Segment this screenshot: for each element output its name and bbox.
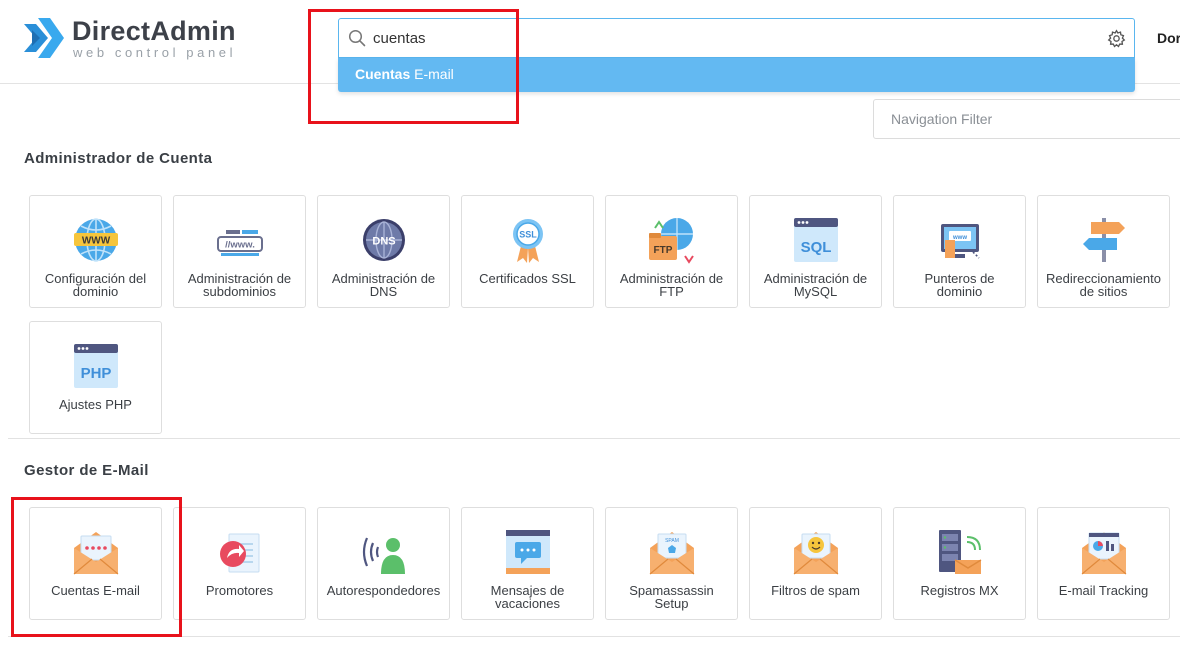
mx-server-icon bbox=[939, 530, 982, 574]
tile-forwarders[interactable]: Promotores bbox=[173, 507, 306, 620]
subdomain-icon: //www. bbox=[217, 230, 263, 256]
search-suggestion-cuentas-email[interactable]: Cuentas E-mail bbox=[338, 58, 1135, 92]
search-input[interactable] bbox=[373, 25, 1093, 51]
tile-spamassassin-setup[interactable]: SPAM Spamassassin Setup bbox=[605, 507, 738, 620]
tile-ftp[interactable]: FTP Administración de FTP bbox=[605, 195, 738, 308]
section-title-account: Administrador de Cuenta bbox=[24, 150, 213, 167]
navigation-filter-input[interactable] bbox=[873, 99, 1180, 139]
tile-label: Ajustes PHP bbox=[59, 397, 132, 412]
autoresponder-icon bbox=[362, 537, 405, 574]
tile-php-settings[interactable]: PHP Ajustes PHP bbox=[29, 321, 162, 434]
directadmin-page: DirectAdmin web control panel Dor Cuenta… bbox=[0, 0, 1180, 659]
www-globe-icon: WWW bbox=[74, 218, 118, 262]
section-title-email: Gestor de E-Mail bbox=[24, 462, 149, 479]
logo-tagline: web control panel bbox=[73, 45, 237, 60]
svg-text://www.: //www. bbox=[225, 240, 255, 251]
spam-filter-icon bbox=[793, 532, 839, 575]
tile-domain-setup[interactable]: WWW Configuración del dominio bbox=[29, 195, 162, 308]
tile-label: Autorespondedores bbox=[326, 583, 441, 598]
tile-spam-filters[interactable]: Filtros de spam bbox=[749, 507, 882, 620]
section-divider bbox=[8, 636, 1180, 637]
search-icon bbox=[348, 29, 366, 47]
tile-subdomains[interactable]: //www. Administración de subdominios bbox=[173, 195, 306, 308]
tile-label: Administración de DNS bbox=[331, 271, 436, 299]
tile-ssl[interactable]: SSL Certificados SSL bbox=[461, 195, 594, 308]
tile-email-accounts[interactable]: Cuentas E-mail bbox=[29, 507, 162, 620]
tile-label: E-mail Tracking bbox=[1058, 583, 1149, 598]
php-window-icon: PHP bbox=[74, 344, 118, 388]
forwarder-icon bbox=[220, 533, 260, 573]
tile-label: Promotores bbox=[205, 583, 274, 598]
tile-label: Administración de MySQL bbox=[763, 271, 868, 299]
logo-name: DirectAdmin bbox=[72, 16, 236, 46]
tile-label: Filtros de spam bbox=[771, 583, 860, 598]
signpost-icon bbox=[1083, 218, 1125, 262]
suggestion-rest: E-mail bbox=[410, 66, 454, 82]
tile-label: Spamassassin Setup bbox=[629, 583, 714, 611]
gear-icon[interactable] bbox=[1107, 29, 1126, 48]
domain-pointer-icon: www bbox=[941, 224, 980, 259]
logo[interactable]: DirectAdmin web control panel bbox=[22, 14, 242, 64]
svg-text:SPAM: SPAM bbox=[665, 538, 679, 544]
directadmin-logo-icon bbox=[24, 18, 64, 58]
tile-label: Configuración del dominio bbox=[44, 271, 147, 299]
suggestion-match: Cuentas bbox=[355, 66, 411, 82]
dns-globe-icon: DNS bbox=[363, 219, 405, 261]
tile-label: Registros MX bbox=[920, 583, 999, 598]
tile-vacation-messages[interactable]: Mensajes de vacaciones bbox=[461, 507, 594, 620]
svg-text:SQL: SQL bbox=[801, 239, 832, 256]
sql-database-icon: SQL bbox=[794, 218, 838, 262]
tile-mysql[interactable]: SQL Administración de MySQL bbox=[749, 195, 882, 308]
tile-label: Administración de subdominios bbox=[187, 271, 292, 299]
tile-label: Administración de FTP bbox=[619, 271, 724, 299]
svg-text:FTP: FTP bbox=[654, 245, 673, 256]
tile-mx-records[interactable]: Registros MX bbox=[893, 507, 1026, 620]
section-divider bbox=[8, 438, 1180, 439]
ftp-folder-icon: FTP bbox=[649, 218, 694, 264]
ssl-badge-icon: SSL bbox=[513, 219, 543, 263]
tile-label: Certificados SSL bbox=[479, 271, 576, 286]
email-tracking-icon bbox=[1081, 532, 1127, 575]
tile-label: Redireccionamiento de sitios bbox=[1046, 271, 1161, 299]
tile-label: Mensajes de vacaciones bbox=[490, 583, 565, 611]
tile-label: Cuentas E-mail bbox=[51, 583, 140, 598]
svg-text:WWW: WWW bbox=[82, 236, 111, 247]
tile-site-redirection[interactable]: Redireccionamiento de sitios bbox=[1037, 195, 1170, 308]
spam-envelope-icon: SPAM bbox=[649, 532, 695, 575]
vacation-message-icon bbox=[506, 530, 550, 574]
tile-domain-pointers[interactable]: www Punteros de dominio bbox=[893, 195, 1026, 308]
header-domain-label[interactable]: Dor bbox=[1157, 30, 1180, 46]
svg-text:PHP: PHP bbox=[81, 365, 112, 382]
tile-dns[interactable]: DNS Administración de DNS bbox=[317, 195, 450, 308]
svg-text:SSL: SSL bbox=[519, 230, 537, 240]
tile-autoresponders[interactable]: Autorespondedores bbox=[317, 507, 450, 620]
tile-label: Punteros de dominio bbox=[924, 271, 995, 299]
tile-email-tracking[interactable]: E-mail Tracking bbox=[1037, 507, 1170, 620]
svg-text:DNS: DNS bbox=[372, 236, 395, 248]
global-search: Cuentas E-mail bbox=[338, 18, 1135, 92]
search-box bbox=[338, 18, 1135, 58]
email-envelope-icon bbox=[73, 532, 119, 575]
